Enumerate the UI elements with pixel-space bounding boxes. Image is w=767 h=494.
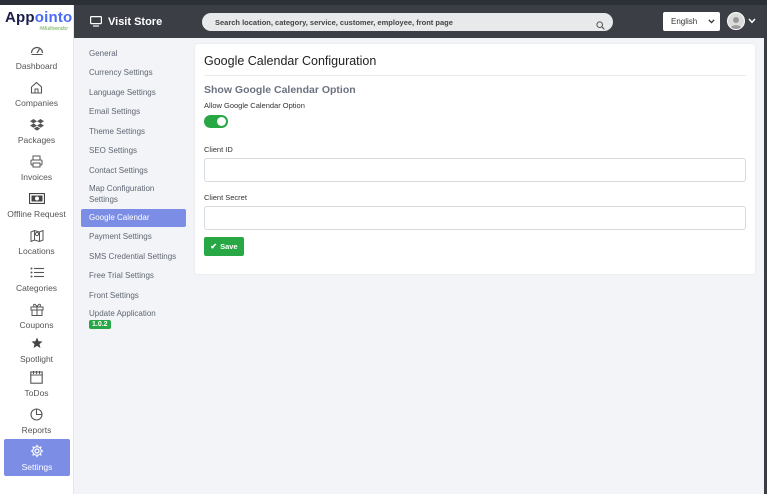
- submenu-item-google-calendar[interactable]: Google Calendar: [81, 209, 186, 227]
- language-value: English: [671, 17, 698, 26]
- page-title: Google Calendar Configuration: [204, 54, 377, 68]
- sidebar-item-label: Categories: [15, 282, 58, 293]
- settings-submenu: General Currency Settings Language Setti…: [81, 44, 186, 329]
- submenu-item-sms-credential-settings[interactable]: SMS Credential Settings: [81, 247, 186, 267]
- sidebar-item-label: Reports: [21, 424, 52, 435]
- save-label: Save: [220, 242, 238, 251]
- sidebar-item-invoices[interactable]: Invoices: [0, 149, 73, 186]
- version-badge: 1.0.2: [89, 320, 111, 329]
- search-icon[interactable]: [596, 17, 605, 35]
- sidebar-item-label: Dashboard: [15, 60, 58, 71]
- top-header: Visit Store English: [74, 5, 764, 38]
- submenu-item-language-settings[interactable]: Language Settings: [81, 83, 186, 103]
- visit-store-label: Visit Store: [108, 15, 163, 28]
- gift-icon: [30, 302, 44, 317]
- sidebar-item-categories[interactable]: Categories: [0, 260, 73, 297]
- client-id-field[interactable]: [204, 158, 746, 182]
- sidebar-item-label: ToDos: [24, 387, 49, 398]
- sidebar-item-label: Coupons: [19, 319, 54, 330]
- submenu-item-map-configuration-settings[interactable]: Map Configuration Settings: [81, 180, 186, 209]
- google-calendar-card: Google Calendar Configuration Show Googl…: [195, 44, 755, 274]
- brand-logo[interactable]: Appointo #Multivendor: [0, 5, 73, 38]
- sidebar-item-todos[interactable]: ToDos: [0, 365, 73, 402]
- submenu-item-free-trial-settings[interactable]: Free Trial Settings: [81, 266, 186, 286]
- client-secret-label: Client Secret: [204, 193, 247, 202]
- home-icon: [30, 80, 43, 95]
- user-icon: [730, 17, 742, 29]
- toggle-label: Allow Google Calendar Option: [204, 101, 305, 110]
- user-menu[interactable]: [727, 12, 756, 30]
- sidebar-item-offline-request[interactable]: Offline Request: [0, 186, 73, 223]
- submenu-item-email-settings[interactable]: Email Settings: [81, 102, 186, 122]
- sidebar-item-label: Locations: [18, 245, 55, 256]
- visit-store-button[interactable]: Visit Store: [90, 16, 162, 28]
- submenu-item-theme-settings[interactable]: Theme Settings: [81, 122, 186, 142]
- save-button[interactable]: ✔ Save: [204, 237, 244, 256]
- submenu-item-contact-settings[interactable]: Contact Settings: [81, 161, 186, 181]
- gear-icon: [30, 444, 44, 459]
- sidebar-item-label: Spotlight: [19, 353, 54, 364]
- main-sidebar: Appointo #Multivendor Dashboard Companie…: [0, 5, 74, 494]
- client-id-label: Client ID: [204, 145, 233, 154]
- brand-name: Appointo: [5, 10, 73, 25]
- google-calendar-toggle[interactable]: [204, 115, 228, 128]
- sidebar-item-spotlight[interactable]: Spotlight: [0, 334, 73, 365]
- printer-icon: [30, 154, 43, 169]
- submenu-item-general[interactable]: General: [81, 44, 186, 63]
- language-select[interactable]: English: [663, 12, 720, 31]
- calendar-icon: [30, 370, 43, 385]
- submenu-item-payment-settings[interactable]: Payment Settings: [81, 227, 186, 247]
- pie-chart-icon: [30, 407, 43, 422]
- search-bar[interactable]: [202, 13, 613, 31]
- title-divider: [204, 75, 746, 76]
- client-secret-field[interactable]: [204, 206, 746, 230]
- brand-name-accent: ointo: [34, 9, 73, 26]
- section-title: Show Google Calendar Option: [204, 84, 356, 96]
- sidebar-item-companies[interactable]: Companies: [0, 75, 73, 112]
- submenu-item-update-application[interactable]: Update Application 1.0.2: [81, 305, 186, 329]
- sidebar-item-locations[interactable]: Locations: [0, 223, 73, 260]
- sidebar-item-label: Packages: [17, 134, 56, 145]
- brand-tagline: #Multivendor: [39, 26, 68, 32]
- brand-name-prefix: App: [5, 9, 35, 26]
- dropbox-icon: [29, 117, 44, 132]
- monitor-icon: [90, 16, 102, 27]
- chevron-down-icon: [748, 18, 756, 24]
- sidebar-item-label: Companies: [15, 97, 58, 108]
- sidebar-item-packages[interactable]: Packages: [0, 112, 73, 149]
- submenu-item-label: Update Application: [89, 309, 156, 318]
- toggle-knob: [217, 117, 226, 126]
- submenu-item-front-settings[interactable]: Front Settings: [81, 286, 186, 306]
- map-icon: [30, 228, 44, 243]
- money-icon: [28, 191, 45, 206]
- check-icon: ✔: [210, 242, 218, 251]
- sidebar-item-label: Settings: [21, 461, 53, 472]
- star-icon: [31, 336, 43, 351]
- submenu-item-seo-settings[interactable]: SEO Settings: [81, 141, 186, 161]
- dashboard-icon: [30, 43, 44, 58]
- sidebar-item-label: Invoices: [20, 171, 53, 182]
- sidebar-item-label: Offline Request: [7, 208, 66, 219]
- chevron-down-icon: [708, 19, 715, 24]
- search-input[interactable]: [215, 17, 585, 27]
- sidebar-item-settings[interactable]: Settings: [4, 439, 70, 476]
- sidebar-item-reports[interactable]: Reports: [0, 402, 73, 439]
- list-icon: [30, 265, 44, 280]
- avatar: [727, 12, 745, 30]
- sidebar-nav: Dashboard Companies Packages Invoices Of…: [0, 38, 73, 476]
- submenu-item-currency-settings[interactable]: Currency Settings: [81, 63, 186, 83]
- sidebar-item-coupons[interactable]: Coupons: [0, 297, 73, 334]
- sidebar-item-dashboard[interactable]: Dashboard: [0, 38, 73, 75]
